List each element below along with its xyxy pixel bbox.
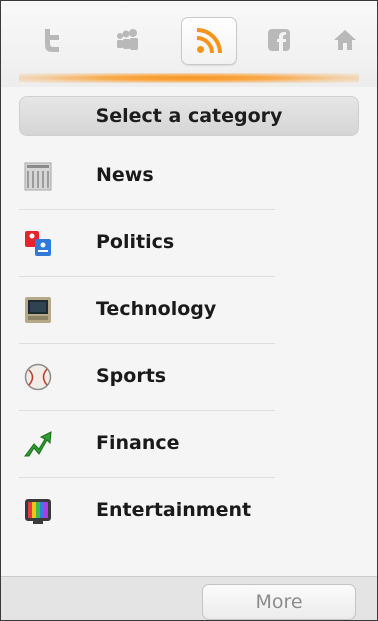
tab-rss[interactable] [181, 17, 237, 65]
tv-icon [25, 499, 51, 524]
tab-myspace[interactable] [105, 18, 149, 62]
computer-icon [25, 297, 51, 323]
myspace-icon [117, 29, 138, 50]
category-header: Select a category [19, 96, 359, 136]
page-title: Select a category [95, 105, 283, 127]
footer-bar: More [1, 576, 377, 620]
trend-arrow-icon [24, 431, 52, 457]
list-item-technology[interactable]: Technology [1, 277, 377, 344]
politics-icon [25, 231, 51, 256]
rss-icon [196, 28, 222, 54]
list-item-finance[interactable]: Finance [1, 411, 377, 478]
baseball-icon [24, 363, 52, 391]
twitter-icon [45, 29, 59, 52]
list-item-label: Entertainment [96, 499, 252, 521]
app-window: Select a category News Politics Technolo… [0, 0, 378, 621]
more-button[interactable]: More [202, 584, 356, 620]
tab-bar [1, 1, 377, 87]
list-item-sports[interactable]: Sports [1, 344, 377, 411]
list-item-politics[interactable]: Politics [1, 210, 377, 277]
list-item-label: Finance [96, 432, 180, 454]
newspaper-icon [24, 162, 52, 191]
tab-home[interactable] [323, 18, 367, 62]
list-item-news[interactable]: News [1, 143, 377, 210]
more-button-label: More [255, 591, 303, 613]
list-item-label: Sports [96, 365, 167, 387]
active-tab-indicator [19, 73, 359, 83]
tab-facebook[interactable] [257, 18, 301, 62]
list-item-label: Technology [96, 298, 217, 320]
list-item-label: Politics [96, 231, 175, 253]
home-icon [334, 30, 356, 50]
facebook-icon [268, 29, 290, 51]
list-item-entertainment[interactable]: Entertainment [1, 478, 377, 545]
tab-twitter[interactable] [31, 18, 75, 62]
list-item-label: News [96, 164, 154, 186]
category-list: News Politics Technology Sports Finance … [1, 143, 377, 545]
